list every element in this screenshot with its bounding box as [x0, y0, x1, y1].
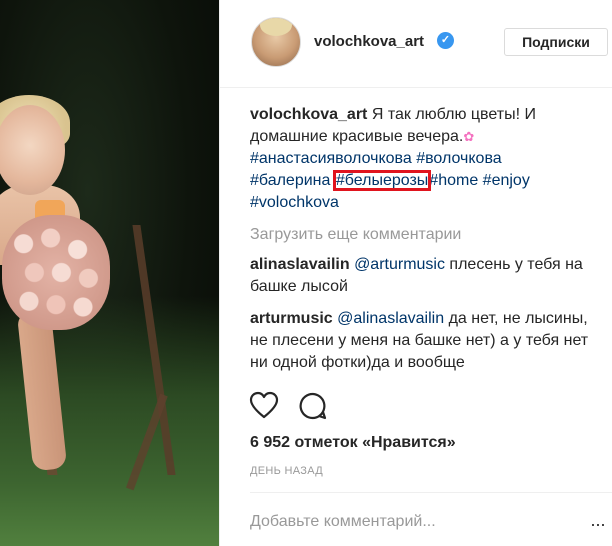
comment-mention[interactable]: @arturmusic [354, 256, 445, 273]
add-comment-input[interactable]: Добавьте комментарий... [250, 513, 550, 531]
post-photo[interactable] [0, 0, 219, 546]
divider [250, 492, 612, 493]
header-username[interactable]: volochkova_art [314, 33, 424, 50]
hashtag-link[interactable]: #волочкова [416, 150, 501, 167]
hashtag-link[interactable]: #балерина [250, 172, 330, 189]
comment-icon[interactable] [297, 390, 329, 422]
comment-item: alinaslavailin @arturmusic плесень у теб… [250, 254, 600, 298]
heart-icon[interactable] [248, 390, 280, 422]
comment-username[interactable]: alinaslavailin [250, 256, 350, 273]
photo-head [0, 105, 65, 195]
hashtag-link[interactable]: #анастасияволочкова [250, 150, 412, 167]
comment-username[interactable]: arturmusic [250, 310, 333, 327]
load-more-comments-link[interactable]: Загрузить еще комментарии [250, 224, 600, 246]
comments-section: volochkova_art Я так люблю цветы! И дома… [250, 104, 600, 384]
comment-item: arturmusic @alinaslavailin да нет, не лы… [250, 308, 600, 374]
comment-mention[interactable]: @alinaslavailin [337, 310, 444, 327]
flower-emoji-icon: ✿ [463, 129, 475, 144]
likes-count[interactable]: 6 952 отметок «Нравится» [250, 434, 456, 452]
post-time[interactable]: ДЕНЬ НАЗАД [250, 465, 323, 477]
hashtag-link[interactable]: #enjoy [483, 172, 530, 189]
avatar[interactable] [251, 17, 301, 67]
following-button[interactable]: Подписки [504, 28, 608, 56]
hashtag-link[interactable]: #volochkova [250, 194, 339, 211]
caption-username[interactable]: volochkova_art [250, 106, 367, 123]
post-header: volochkova_art ✓ Подписки [220, 0, 612, 88]
caption: volochkova_art Я так люблю цветы! И дома… [250, 104, 600, 214]
post-side-panel: volochkova_art ✓ Подписки volochkova_art… [219, 0, 612, 546]
hashtag-link[interactable]: #home [429, 172, 478, 189]
hashtag-link-highlighted[interactable]: #белыерозы [332, 170, 432, 191]
verified-icon: ✓ [437, 32, 454, 49]
photo-rose-bouquet [2, 215, 110, 330]
more-options-icon[interactable]: ··· [590, 514, 606, 535]
